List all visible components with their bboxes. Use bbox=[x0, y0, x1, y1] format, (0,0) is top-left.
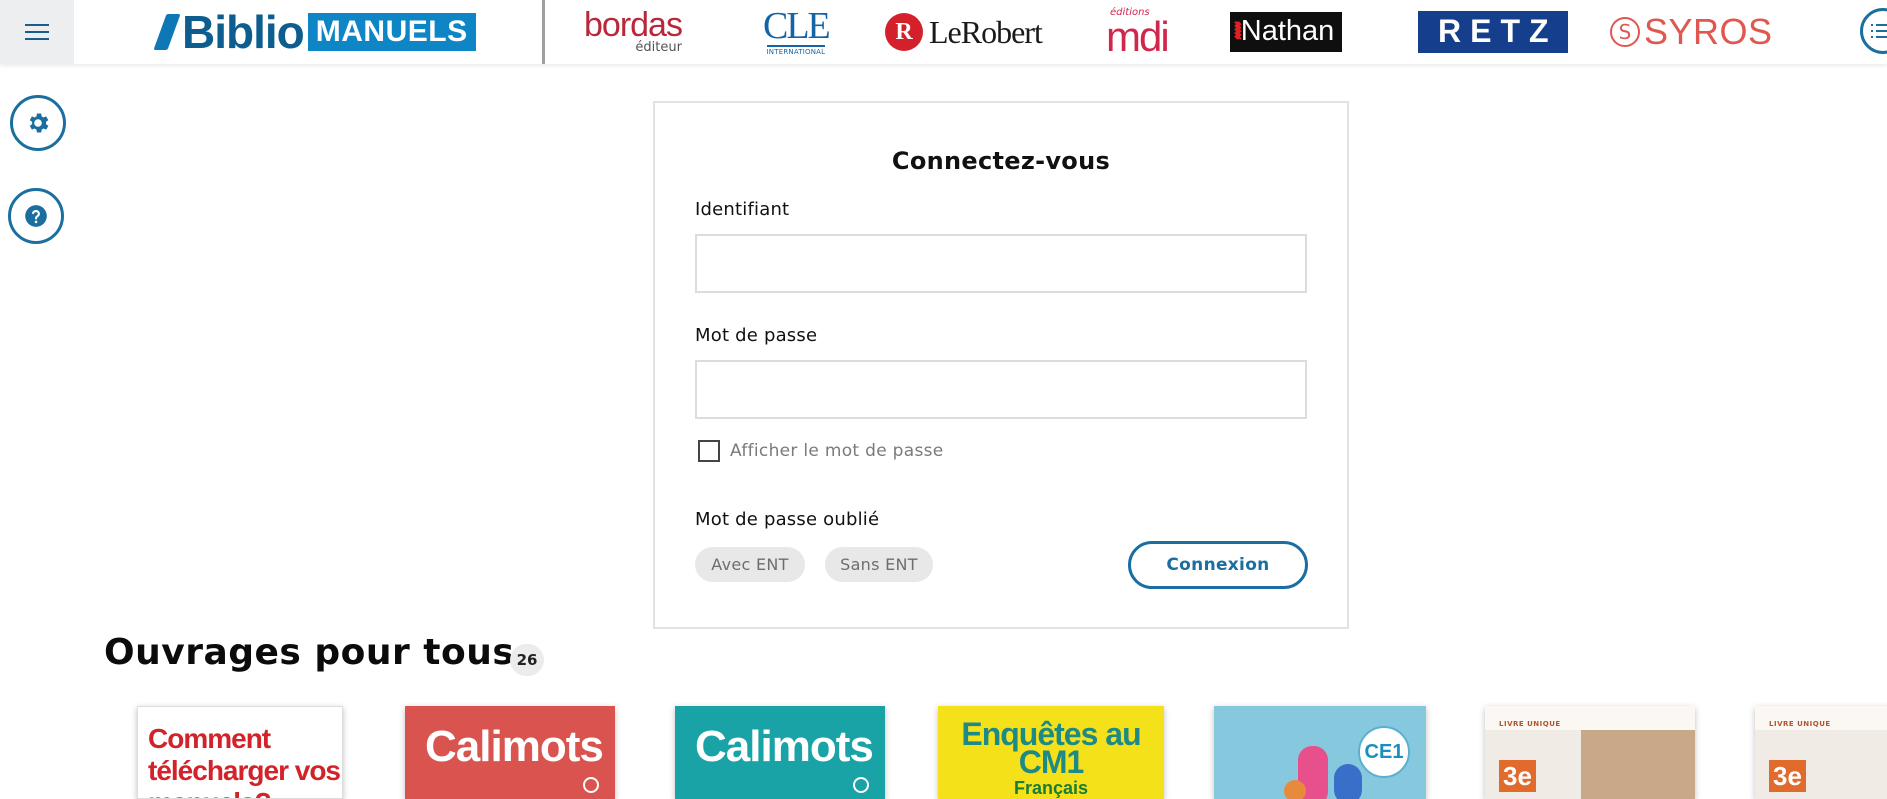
help-button[interactable] bbox=[8, 188, 64, 244]
cle-sub: INTERNATIONAL bbox=[766, 44, 826, 56]
book-subtitle: Français bbox=[1013, 778, 1089, 798]
top-bar: Biblio MANUELS bordas éditeur CLE INTERN… bbox=[0, 0, 1887, 64]
cle-name: CLE bbox=[763, 5, 831, 48]
username-label: Identifiant bbox=[695, 199, 790, 220]
level-badge: CE1 bbox=[1358, 726, 1410, 778]
list-icon bbox=[1871, 24, 1887, 42]
book-title: Comment télécharger vos manuels? bbox=[148, 723, 341, 798]
publisher-logo-cle[interactable]: CLE INTERNATIONAL bbox=[763, 0, 831, 64]
nathan-wave-icon: ⦚⦚⦚ bbox=[1234, 18, 1242, 44]
book-card[interactable]: Calimots bbox=[675, 706, 885, 799]
publisher-logo-retz[interactable]: RETZ bbox=[1418, 0, 1568, 64]
level-badge: 3e bbox=[1769, 760, 1806, 792]
forgot-with-ent-button[interactable]: Avec ENT bbox=[695, 547, 805, 582]
lerobert-mark-icon: R bbox=[885, 13, 923, 51]
section-title: Ouvrages pour tous bbox=[104, 632, 515, 673]
show-password-toggle[interactable]: Afficher le mot de passe bbox=[698, 440, 944, 462]
username-input[interactable] bbox=[695, 234, 1307, 293]
login-card: Connectez-vous Identifiant Mot de passe … bbox=[653, 101, 1349, 629]
forgot-without-ent-button[interactable]: Sans ENT bbox=[825, 547, 933, 582]
book-header: LIVRE UNIQUE bbox=[1485, 706, 1695, 730]
hamburger-icon bbox=[25, 19, 49, 45]
book-card[interactable]: Enquêtes au CM1 Français bbox=[938, 706, 1164, 799]
book-illustration bbox=[1284, 780, 1306, 799]
help-icon bbox=[25, 205, 47, 227]
level-badge: 3e bbox=[1499, 760, 1536, 792]
mdi-name: mdi bbox=[1106, 13, 1170, 61]
syros-name: SYROS bbox=[1644, 11, 1773, 52]
login-submit-button[interactable]: Connexion bbox=[1128, 541, 1308, 589]
publisher-logo-nathan[interactable]: ⦚⦚⦚ Nathan bbox=[1230, 0, 1343, 64]
syros-mark-icon: S bbox=[1610, 17, 1640, 47]
header-divider bbox=[542, 0, 545, 64]
menu-button[interactable] bbox=[0, 0, 74, 64]
gear-icon bbox=[29, 113, 49, 133]
biblio-manuels-logo[interactable]: Biblio MANUELS bbox=[153, 6, 476, 58]
settings-button[interactable] bbox=[10, 95, 66, 151]
show-password-label: Afficher le mot de passe bbox=[730, 441, 944, 461]
password-input[interactable] bbox=[695, 360, 1307, 419]
book-count-badge: 26 bbox=[510, 644, 544, 676]
forgot-password-label: Mot de passe oublié bbox=[695, 509, 880, 530]
retz-name: RETZ bbox=[1418, 11, 1568, 53]
logo-manuels-text: MANUELS bbox=[307, 13, 476, 51]
book-header: LIVRE UNIQUE bbox=[1755, 706, 1887, 730]
logo-biblio-text: Biblio bbox=[182, 6, 305, 58]
publisher-logo-syros[interactable]: S SYROS bbox=[1610, 0, 1773, 64]
book-card[interactable]: LIVRE UNIQUE 3e bbox=[1485, 706, 1695, 799]
show-password-checkbox[interactable] bbox=[698, 440, 720, 462]
password-label: Mot de passe bbox=[695, 325, 818, 346]
bordas-name: bordas bbox=[584, 5, 683, 44]
book-card[interactable]: CE1 bbox=[1214, 706, 1426, 799]
owl-icon bbox=[583, 777, 599, 793]
book-title: Enquêtes au CM1 bbox=[961, 716, 1141, 780]
book-title: Calimots bbox=[425, 722, 604, 771]
lerobert-name: LeRobert bbox=[929, 13, 1043, 50]
publisher-logo-mdi[interactable]: éditions mdi bbox=[1106, 0, 1170, 64]
book-card[interactable]: Comment télécharger vos manuels? bbox=[137, 706, 343, 799]
book-illustration bbox=[1334, 764, 1362, 799]
publisher-logo-lerobert[interactable]: R LeRobert bbox=[885, 0, 1043, 64]
login-title: Connectez-vous bbox=[891, 147, 1111, 175]
bordas-sub: éditeur bbox=[635, 40, 682, 56]
nathan-box: ⦚⦚⦚ Nathan bbox=[1230, 12, 1343, 52]
book-card[interactable]: LIVRE UNIQUE 3e bbox=[1755, 706, 1887, 799]
nathan-name: Nathan bbox=[1240, 15, 1335, 47]
book-card[interactable]: Calimots bbox=[405, 706, 615, 799]
list-view-button[interactable] bbox=[1860, 8, 1887, 54]
owl-icon bbox=[853, 777, 869, 793]
publisher-logo-bordas[interactable]: bordas éditeur bbox=[584, 0, 683, 64]
logo-slash-mark bbox=[153, 14, 181, 50]
book-title: Calimots bbox=[695, 722, 874, 771]
